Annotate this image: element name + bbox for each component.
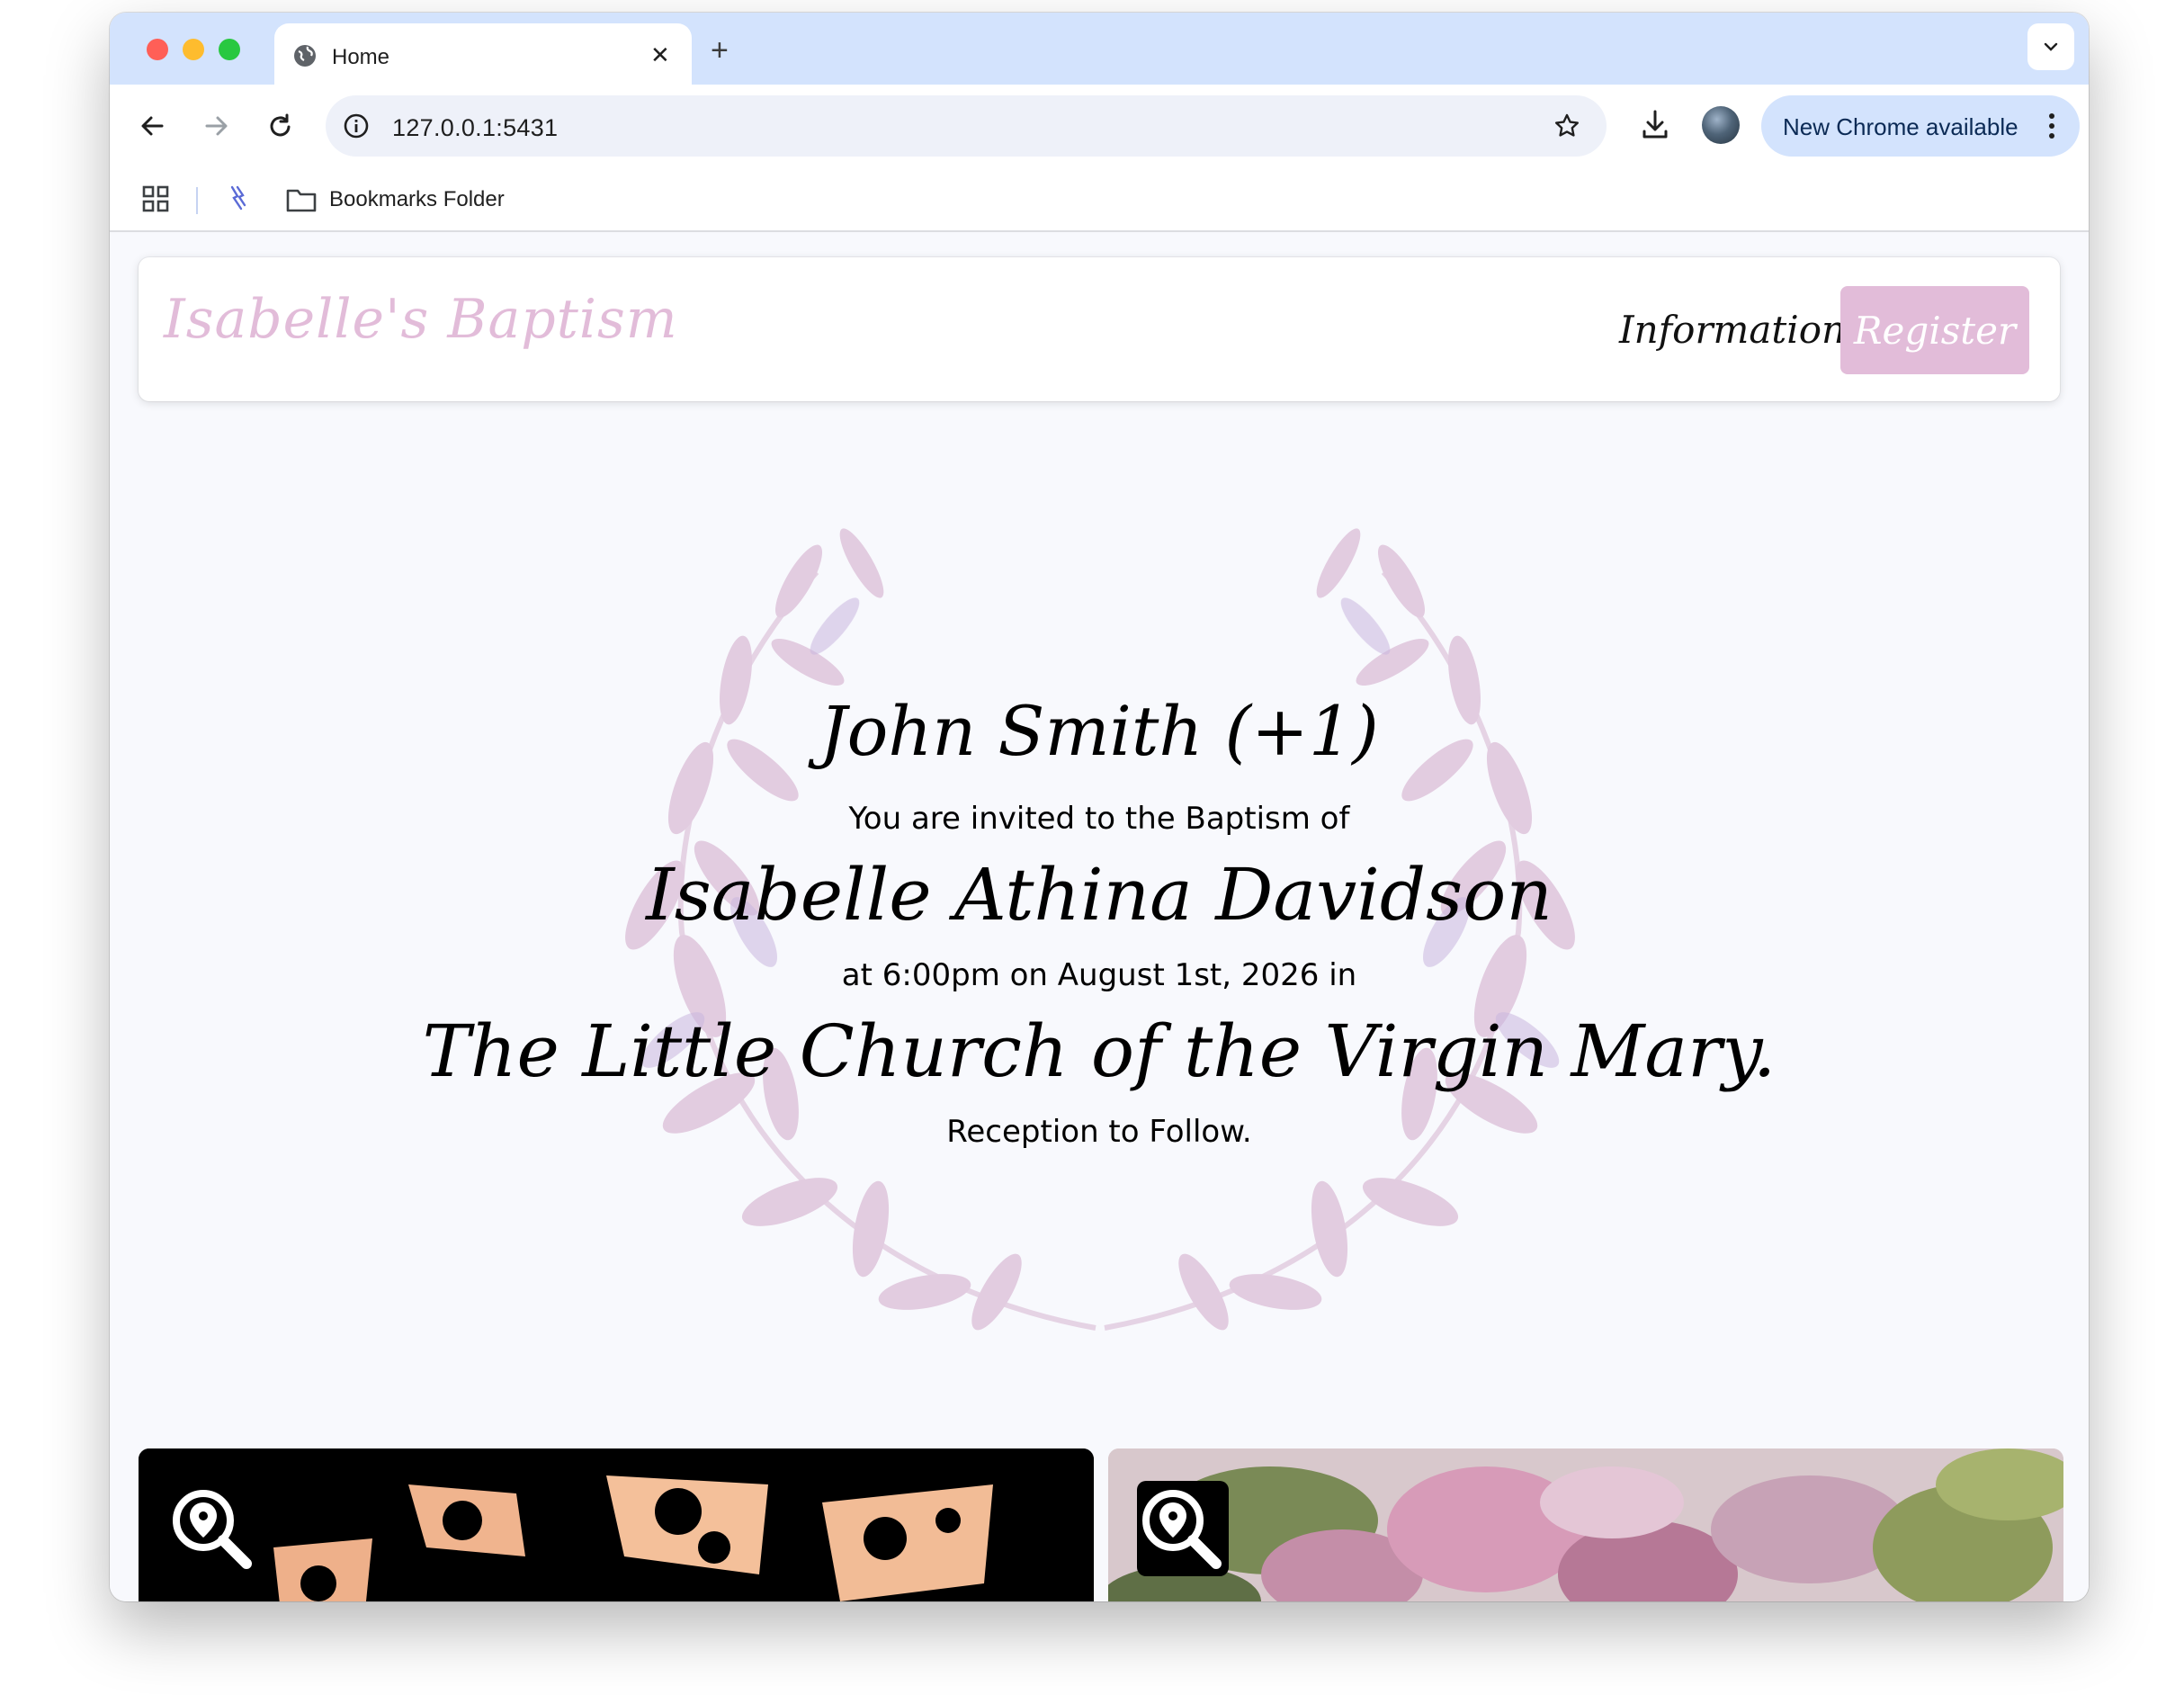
folder-icon[interactable]: [286, 187, 317, 217]
reception-photo-card[interactable]: [1108, 1448, 2063, 1601]
child-name: Isabelle Athina Davidson: [646, 853, 1553, 937]
globe-icon: [292, 43, 318, 68]
site-info-icon[interactable]: [342, 112, 371, 145]
reload-button[interactable]: [263, 108, 299, 144]
new-tab-button[interactable]: +: [711, 35, 729, 66]
tab-search-button[interactable]: [2027, 23, 2074, 70]
tab-close-icon[interactable]: ✕: [650, 42, 670, 67]
maximize-window-button[interactable]: [219, 39, 240, 60]
church-photo-card[interactable]: [139, 1448, 1094, 1601]
bookmark-folder-label[interactable]: Bookmarks Folder: [329, 187, 505, 212]
close-window-button[interactable]: [147, 39, 168, 60]
chevron-down-icon: [2044, 42, 2058, 51]
site-navbar: Isabelle's Baptism Information Register: [139, 257, 2060, 401]
tab-home[interactable]: Home ✕: [274, 23, 692, 85]
map-search-icon[interactable]: [1137, 1481, 1229, 1576]
bookmarks-divider: [196, 187, 198, 214]
guest-name: John Smith (+1): [819, 691, 1379, 771]
map-search-icon[interactable]: [167, 1481, 259, 1576]
venue-name: The Little Church of the Virgin Mary.: [422, 1009, 1777, 1093]
browser-toolbar: 127.0.0.1:5431 New Chrome available: [110, 85, 2089, 167]
register-button[interactable]: Register: [1840, 286, 2029, 374]
information-link[interactable]: Information: [1619, 308, 1846, 352]
reload-icon: [270, 113, 291, 137]
download-icon[interactable]: [1639, 106, 1671, 147]
forward-button[interactable]: [198, 108, 234, 144]
url-text[interactable]: 127.0.0.1:5431: [392, 114, 558, 142]
browser-window: Home ✕ + 127.0.0.1:5431 New Chrome avail…: [110, 13, 2089, 1601]
back-arrow-icon: [141, 116, 164, 136]
minimize-window-button[interactable]: [183, 39, 204, 60]
site-title[interactable]: Isabelle's Baptism: [164, 288, 678, 351]
church-photo: [139, 1448, 1094, 1601]
chrome-update-label: New Chrome available: [1783, 113, 2018, 140]
invitation-line: You are invited to the Baptism of: [848, 801, 1350, 837]
page-content: Isabelle's Baptism Information Register: [110, 232, 2089, 1601]
flowers-photo: [1108, 1448, 2063, 1601]
bookmark-star-icon[interactable]: [1553, 112, 1581, 145]
address-bar[interactable]: 127.0.0.1:5431: [326, 95, 1607, 157]
reception-note: Reception to Follow.: [946, 1114, 1252, 1150]
event-datetime: at 6:00pm on August 1st, 2026 in: [841, 957, 1357, 993]
chrome-update-button[interactable]: New Chrome available: [1761, 95, 2080, 157]
wreath-illustration: [625, 528, 1575, 1331]
feather-bookmark-icon[interactable]: [227, 184, 250, 217]
bookmarks-bar: Bookmarks Folder: [110, 167, 2089, 232]
back-button[interactable]: [135, 108, 171, 144]
forward-arrow-icon: [205, 116, 228, 136]
tab-strip: Home ✕ +: [110, 13, 2089, 85]
profile-avatar[interactable]: [1702, 106, 1740, 144]
apps-grid-icon[interactable]: [142, 185, 169, 217]
tab-title: Home: [332, 45, 390, 69]
more-vertical-icon[interactable]: [2047, 112, 2056, 145]
